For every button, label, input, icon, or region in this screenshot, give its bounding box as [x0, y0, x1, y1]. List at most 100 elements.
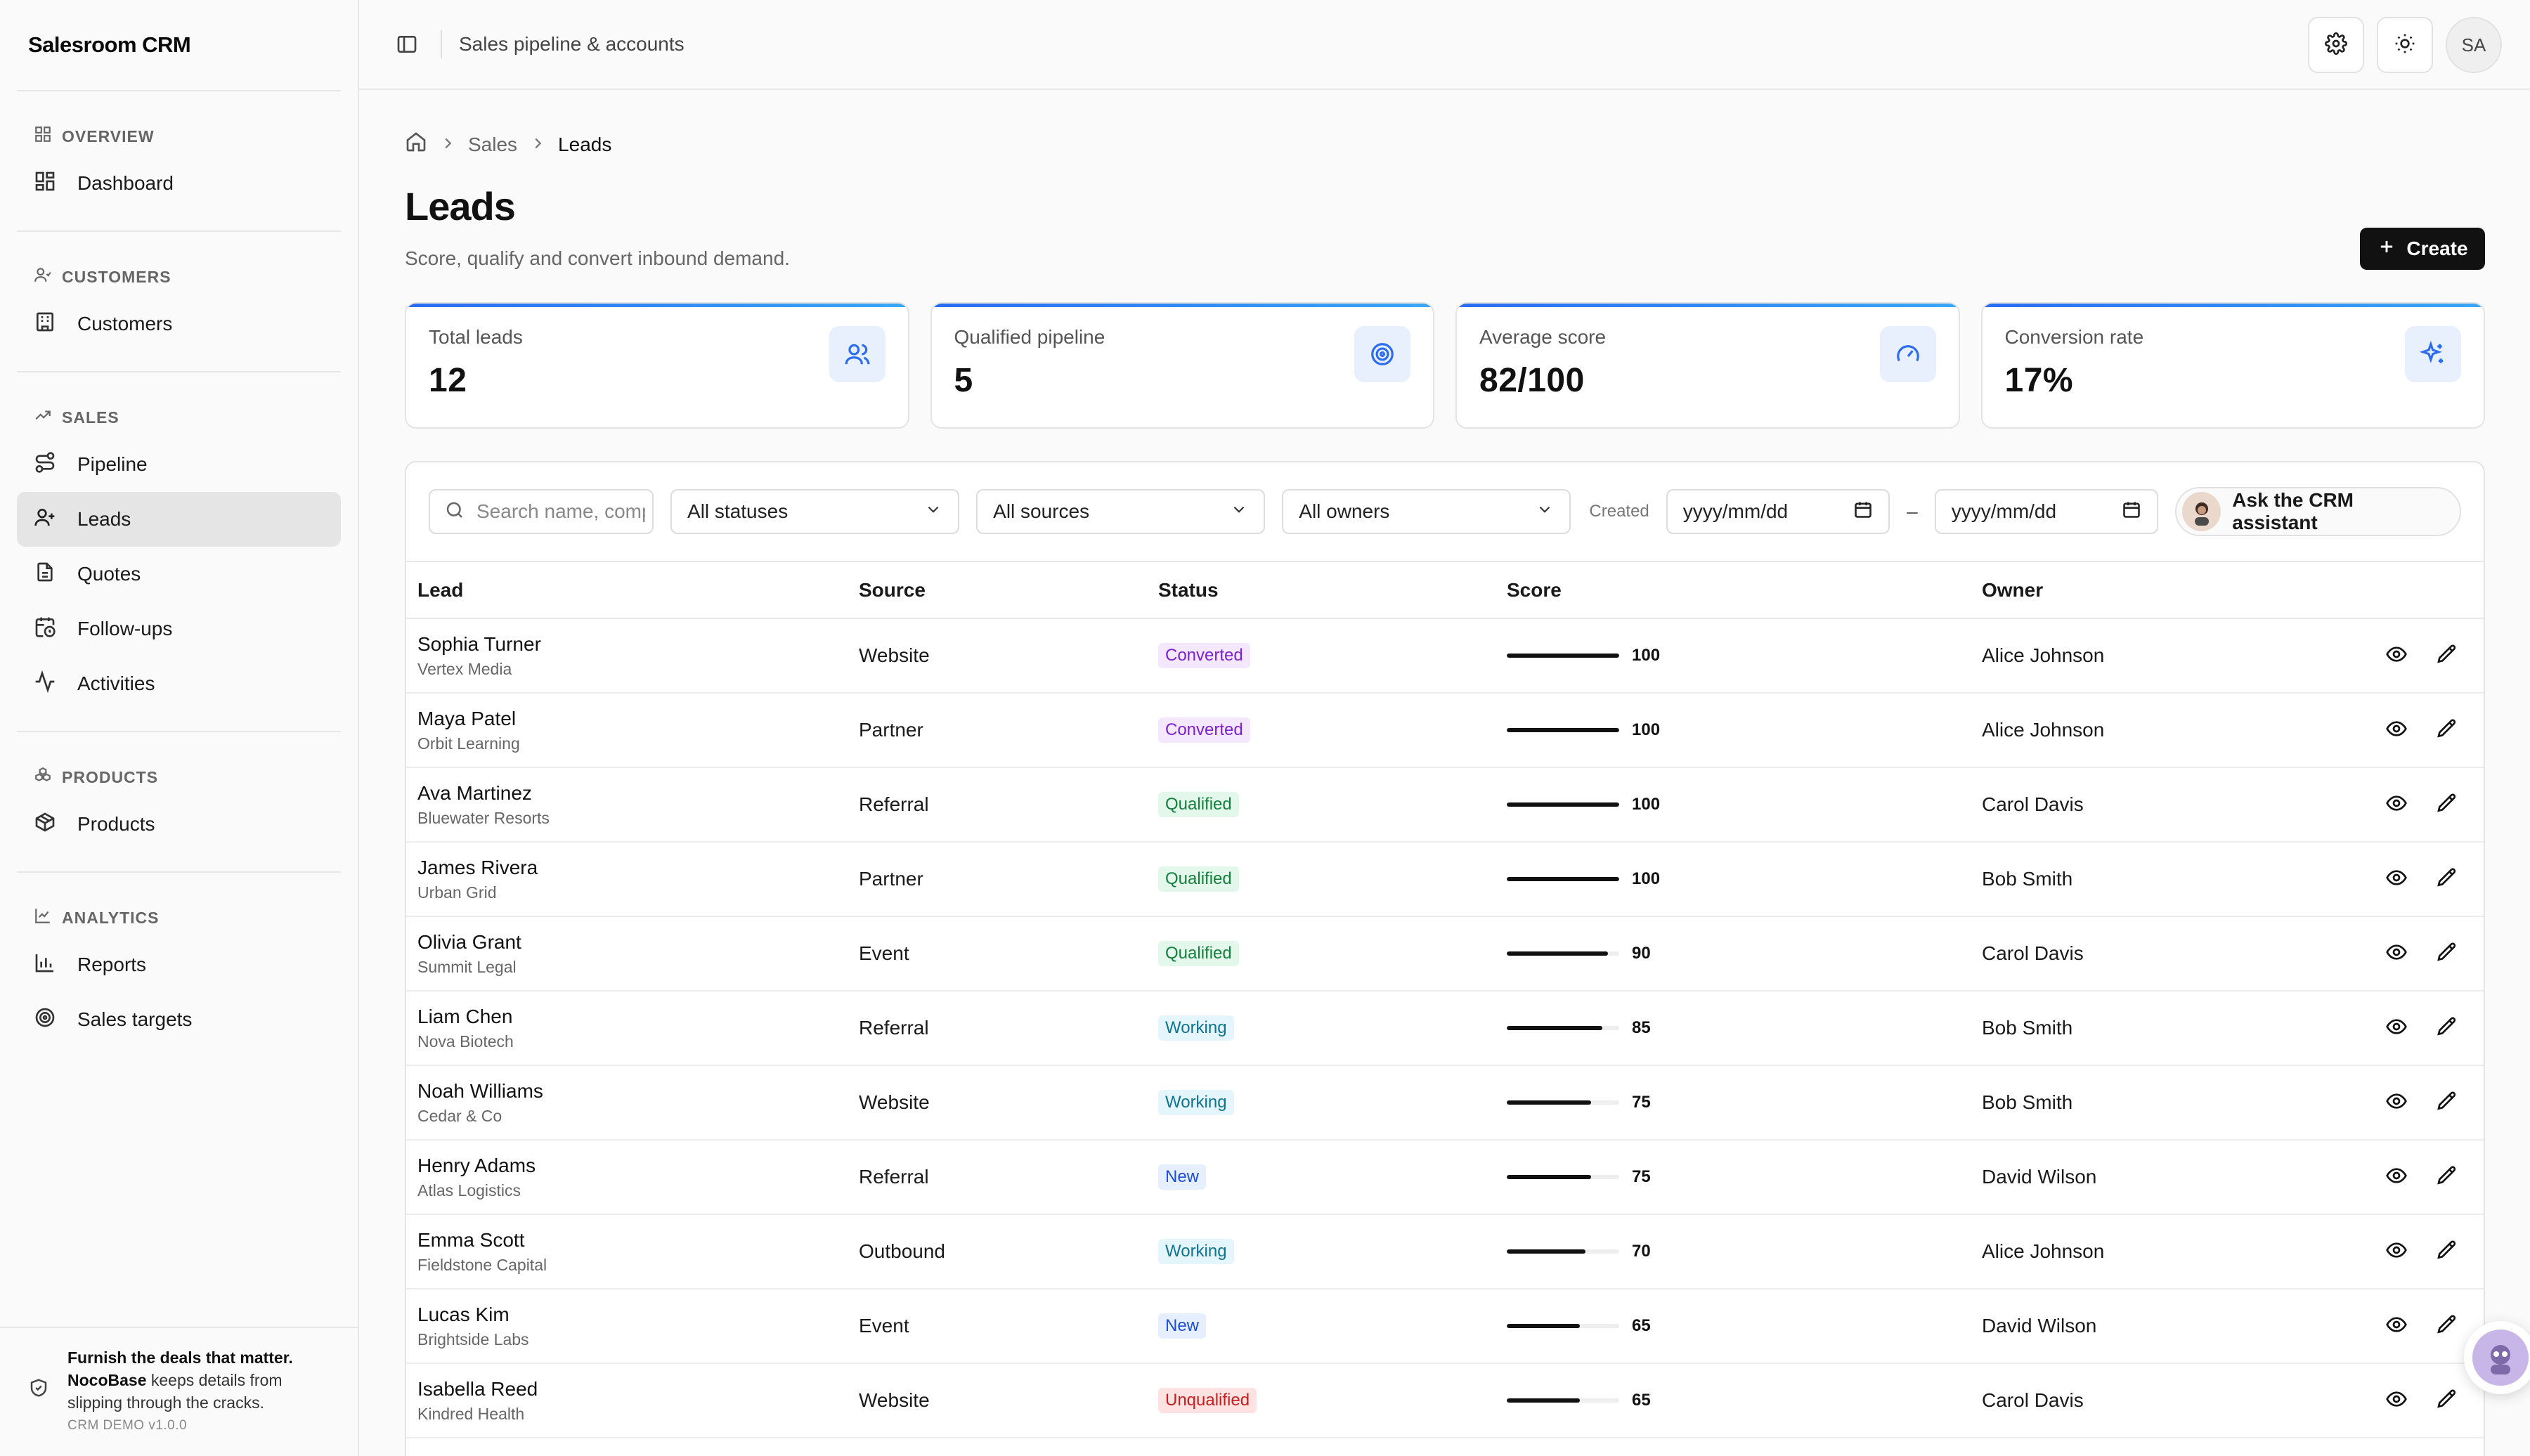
sidebar-item-sales-targets[interactable]: Sales targets — [17, 992, 341, 1047]
sidebar-item-customers[interactable]: Customers — [17, 297, 341, 351]
column-header-score[interactable]: Score — [1496, 562, 1971, 619]
sidebar-item-label: Pipeline — [77, 453, 148, 475]
sidebar-item-follow-ups[interactable]: Follow-ups — [17, 602, 341, 656]
sidebar-item-leads[interactable]: Leads — [17, 492, 341, 547]
score-bar — [1507, 802, 1619, 807]
edit-pencil-icon[interactable] — [2436, 1388, 2458, 1414]
owner-cell: Alice Johnson — [1971, 693, 2252, 768]
table-row[interactable]: James Rivera Urban Grid Partner Qualifie… — [406, 842, 2484, 917]
view-eye-icon[interactable] — [2385, 1015, 2408, 1041]
lead-name[interactable]: Maya Patel — [417, 708, 848, 730]
lead-name[interactable]: Ava Martinez — [417, 782, 848, 805]
search-field[interactable] — [429, 489, 654, 534]
sidebar-item-quotes[interactable]: Quotes — [17, 547, 341, 602]
edit-pencil-icon[interactable] — [2436, 1090, 2458, 1116]
status-cell: Qualified — [1147, 767, 1496, 843]
search-input[interactable] — [476, 500, 645, 523]
view-eye-icon[interactable] — [2385, 1313, 2408, 1339]
calendar-icon[interactable] — [2122, 500, 2141, 524]
plus-icon — [2377, 237, 2396, 261]
lead-cell: James Rivera Urban Grid — [406, 842, 848, 917]
view-eye-icon[interactable] — [2385, 1090, 2408, 1116]
topbar-actions: SA — [2308, 17, 2502, 73]
view-eye-icon[interactable] — [2385, 1388, 2408, 1414]
view-eye-icon[interactable] — [2385, 717, 2408, 743]
breadcrumb-sales[interactable]: Sales — [468, 134, 517, 156]
view-eye-icon[interactable] — [2385, 1164, 2408, 1190]
settings-button[interactable] — [2308, 17, 2364, 73]
score-bar-fill — [1507, 1324, 1580, 1328]
table-row[interactable]: Noah Williams Cedar & Co Website Working… — [406, 1065, 2484, 1140]
date-to-input[interactable]: yyyy/mm/dd — [1934, 489, 2159, 534]
table-row[interactable]: Maya Patel Orbit Learning Partner Conver… — [406, 693, 2484, 768]
score-bar — [1507, 654, 1619, 658]
lead-name[interactable]: Sophia Turner — [417, 633, 848, 656]
owner-filter-select[interactable]: All owners — [1282, 489, 1571, 534]
view-eye-icon[interactable] — [2385, 866, 2408, 892]
status-filter-select[interactable]: All statuses — [670, 489, 960, 534]
column-header-source[interactable]: Source — [848, 562, 1147, 619]
edit-pencil-icon[interactable] — [2436, 1164, 2458, 1190]
edit-pencil-icon[interactable] — [2436, 1239, 2458, 1265]
sidebar-item-reports[interactable]: Reports — [17, 937, 341, 992]
score-bar — [1507, 1026, 1619, 1030]
footer-headline: Furnish the deals that matter. — [67, 1348, 293, 1367]
table-row[interactable]: Ava Martinez Bluewater Resorts Referral … — [406, 767, 2484, 843]
view-eye-icon[interactable] — [2385, 1239, 2408, 1265]
lead-company: Urban Grid — [417, 883, 497, 902]
edit-pencil-icon[interactable] — [2436, 717, 2458, 743]
leads-panel: All statuses All sources All owners Crea… — [405, 461, 2485, 1456]
create-button[interactable]: Create — [2360, 228, 2485, 270]
table-row[interactable]: Lucas Kim Brightside Labs Event New 65 D… — [406, 1289, 2484, 1364]
source-filter-select[interactable]: All sources — [976, 489, 1266, 534]
score-cell: 85 — [1496, 991, 1971, 1066]
lead-name[interactable]: Emma Scott — [417, 1229, 848, 1252]
page-title: Leads — [405, 184, 516, 228]
sidebar-item-pipeline[interactable]: Pipeline — [17, 437, 341, 492]
edit-pencil-icon[interactable] — [2436, 941, 2458, 967]
status-badge: Working — [1158, 1239, 1234, 1264]
column-header-owner[interactable]: Owner — [1971, 562, 2252, 619]
view-eye-icon[interactable] — [2385, 941, 2408, 967]
sidebar-item-dashboard[interactable]: Dashboard — [17, 156, 341, 211]
column-header-status[interactable]: Status — [1147, 562, 1496, 619]
home-icon[interactable] — [405, 131, 427, 158]
lead-name[interactable]: Noah Williams — [417, 1080, 848, 1103]
lead-name[interactable]: Olivia Grant — [417, 931, 848, 954]
score-bar-fill — [1507, 802, 1619, 807]
date-from-input[interactable]: yyyy/mm/dd — [1666, 489, 1890, 534]
edit-pencil-icon[interactable] — [2436, 866, 2458, 892]
calendar-icon[interactable] — [1853, 500, 1873, 524]
view-eye-icon[interactable] — [2385, 643, 2408, 669]
calendar-clock-icon — [34, 616, 56, 643]
table-row[interactable]: Liam Chen Nova Biotech Referral Working … — [406, 991, 2484, 1066]
view-eye-icon[interactable] — [2385, 792, 2408, 818]
column-header-lead[interactable]: Lead — [406, 562, 848, 619]
actions-cell — [2252, 1363, 2484, 1438]
theme-toggle-button[interactable] — [2377, 17, 2433, 73]
lead-name[interactable]: Lucas Kim — [417, 1304, 848, 1326]
edit-pencil-icon[interactable] — [2436, 643, 2458, 669]
lead-name[interactable]: Henry Adams — [417, 1155, 848, 1177]
edit-pencil-icon[interactable] — [2436, 1313, 2458, 1339]
lead-name[interactable]: Liam Chen — [417, 1006, 848, 1028]
edit-pencil-icon[interactable] — [2436, 792, 2458, 818]
lead-name[interactable]: Isabella Reed — [417, 1378, 848, 1400]
table-row[interactable]: Isabella Reed Kindred Health Website Unq… — [406, 1363, 2484, 1438]
avatar[interactable]: SA — [2446, 17, 2502, 73]
score-value: 65 — [1632, 1391, 1651, 1410]
ask-assistant-button[interactable]: Ask the CRM assistant — [2175, 487, 2461, 536]
table-row[interactable]: Olivia Grant Summit Legal Event Qualifie… — [406, 916, 2484, 992]
table-row[interactable]: Henry Adams Atlas Logistics Referral New… — [406, 1140, 2484, 1215]
lead-owner: Bob Smith — [1982, 868, 2073, 890]
table-row[interactable]: Sophia Turner Vertex Media Website Conve… — [406, 618, 2484, 694]
sidebar-item-products[interactable]: Products — [17, 797, 341, 852]
table-row[interactable]: Emma Scott Fieldstone Capital Outbound W… — [406, 1214, 2484, 1289]
stat-card-qualified-pipeline: Qualified pipeline 5 — [930, 302, 1434, 429]
sidebar-item-activities[interactable]: Activities — [17, 656, 341, 711]
edit-pencil-icon[interactable] — [2436, 1015, 2458, 1041]
sidebar-toggle-icon[interactable] — [393, 30, 421, 58]
assistant-chat-bubble[interactable] — [2464, 1321, 2530, 1394]
source-cell: Referral — [848, 767, 1147, 843]
lead-name[interactable]: James Rivera — [417, 857, 848, 879]
